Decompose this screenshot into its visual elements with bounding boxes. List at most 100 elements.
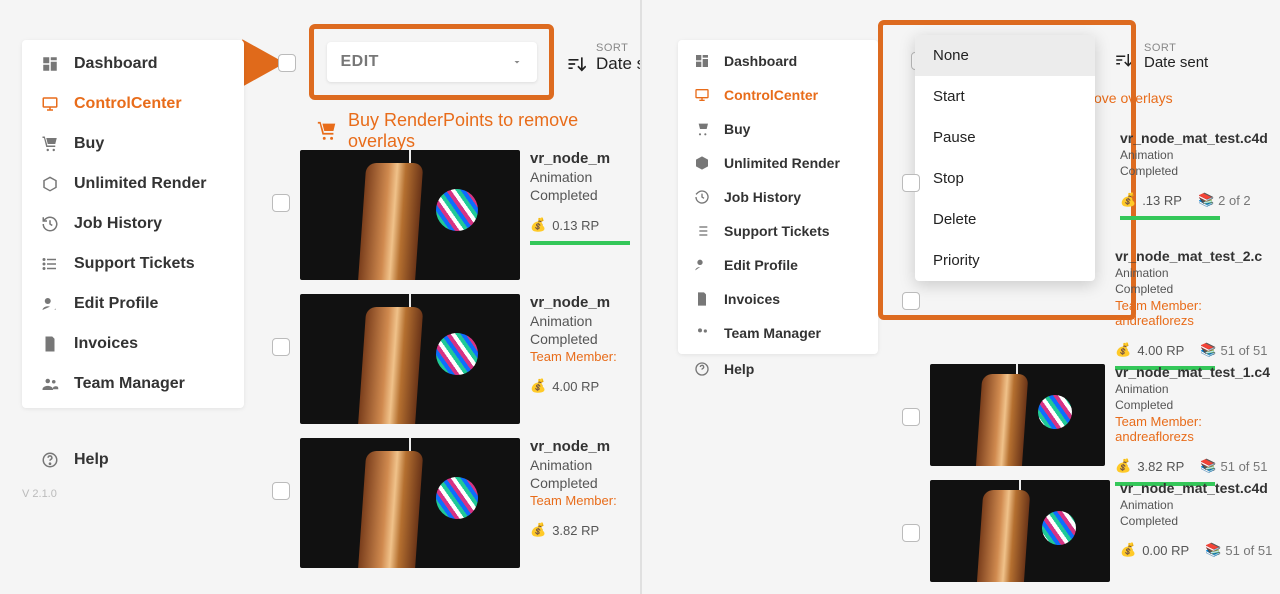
nav-label: Job History [74,215,162,233]
job-name: vr_node_mat_test.c4d [1120,130,1268,146]
job-member: Team Member: andreaflorezs [1115,298,1280,328]
sidebar-item-invoices[interactable]: Invoices [22,324,244,364]
job-meta: vr_node_m Animation Completed 💰0.13 RP [530,150,640,280]
job-member: Team Member: andreaflorezs [1115,414,1280,444]
job-row: vr_node_m Animation Completed Team Membe… [272,438,640,568]
job-status: Completed [530,475,640,491]
job-name: vr_node_mat_test_1.c4 [1115,364,1280,380]
job-type: Animation [530,169,640,185]
list-icon [40,254,60,274]
nav-label: Unlimited Render [74,175,206,193]
job-status: Completed [1115,398,1280,412]
menu-item-none[interactable]: None [915,35,1095,76]
sort-value: Date s [596,54,640,74]
job-checkbox[interactable] [902,408,920,426]
sidebar-item-invoices[interactable]: Invoices [678,282,878,316]
nav-label: ControlCenter [724,87,818,103]
job-meta: vr_node_mat_test.c4d Animation Completed… [1120,130,1268,232]
job-status: Completed [1120,164,1268,178]
job-meta: vr_node_m Animation Completed Team Membe… [530,438,640,568]
job-status: Completed [1115,282,1280,296]
sort-label: SORT [1144,42,1208,54]
nav-label: Dashboard [74,55,158,73]
sort-control[interactable]: SORT Date s [566,42,640,74]
job-meta: vr_node_m Animation Completed Team Membe… [530,294,640,424]
sidebar-item-editprofile[interactable]: Edit Profile [22,284,244,324]
job-type: Animation [530,313,640,329]
buy-renderpoints-link[interactable]: Buy RenderPoints to remove overlays [316,110,640,152]
job-frames: 📚 2 of 2 [1198,192,1251,208]
job-rp: 0.00 RP [1142,543,1189,558]
sort-icon [566,54,586,74]
screenshot-closed-dropdown: Dashboard ControlCenter Buy Unlimited Re… [0,0,640,594]
sidebar-item-controlcenter[interactable]: ControlCenter [22,84,244,124]
job-name: vr_node_m [530,150,640,167]
nav-label: Edit Profile [724,257,798,273]
edit-dropdown-label: EDIT [341,53,379,71]
edit-dropdown[interactable]: EDIT [327,42,537,82]
user-edit-icon [40,294,60,314]
job-checkbox[interactable] [902,524,920,542]
sort-control[interactable]: SORT Date sent [1114,42,1264,71]
sidebar-item-controlcenter[interactable]: ControlCenter [678,78,878,112]
nav-label: Help [724,361,754,377]
buy-link-text: Buy RenderPoints to remove overlays [348,110,640,152]
sidebar-item-dashboard[interactable]: Dashboard [22,44,244,84]
menu-item-start[interactable]: Start [915,76,1095,117]
job-row: vr_node_mat_test.c4d Animation Completed… [902,480,1272,582]
job-frames: 📚 51 of 51 [1200,458,1267,474]
job-checkbox[interactable] [902,292,920,310]
job-thumbnail[interactable] [300,294,520,424]
job-rp: 3.82 RP [552,523,599,538]
user-edit-icon [692,255,712,275]
document-icon [692,289,712,309]
sidebar-item-jobhistory[interactable]: Job History [678,180,878,214]
sort-label: SORT [596,42,640,54]
nav-label: Support Tickets [724,223,830,239]
coin-icon: 💰 [1115,342,1131,358]
sidebar-item-help[interactable]: Help [22,440,244,480]
sidebar: Dashboard ControlCenter Buy Unlimited Re… [22,40,244,408]
job-row: vr_node_mat_test_1.c4 Animation Complete… [902,364,1280,486]
job-name: vr_node_mat_test_2.c [1115,248,1280,264]
job-thumbnail[interactable] [930,480,1110,582]
team-icon [692,323,712,343]
sidebar-item-help[interactable]: Help [678,352,878,386]
job-status: Completed [530,331,640,347]
job-member: Team Member: [530,493,640,508]
job-checkbox[interactable] [272,482,290,500]
nav-label: Buy [724,121,750,137]
job-thumbnail[interactable] [930,364,1106,466]
sidebar-item-dashboard[interactable]: Dashboard [678,44,878,78]
sidebar-item-unlimited[interactable]: Unlimited Render [22,164,244,204]
job-type: Animation [1115,266,1280,280]
sidebar-item-editprofile[interactable]: Edit Profile [678,248,878,282]
job-meta: vr_node_mat_test_2.c Animation Completed… [1115,248,1280,370]
job-member: Team Member: [530,349,640,364]
nav-label: Invoices [724,291,780,307]
select-all-checkbox[interactable] [278,54,296,72]
sidebar-item-tickets[interactable]: Support Tickets [678,214,878,248]
nav-label: Help [74,451,109,469]
nav-label: Support Tickets [74,255,195,273]
job-checkbox[interactable] [272,338,290,356]
job-checkbox[interactable] [272,194,290,212]
sidebar-item-tickets[interactable]: Support Tickets [22,244,244,284]
coin-icon: 💰 [1120,542,1136,558]
job-frames: 📚 51 of 51 [1200,342,1267,358]
job-thumbnail[interactable] [300,438,520,568]
job-frames: 📚 51 of 51 [1205,542,1272,558]
job-name: vr_node_m [530,438,640,455]
job-type: Animation [1115,382,1280,396]
sidebar-item-buy[interactable]: Buy [678,112,878,146]
coin-icon: 💰 [530,522,546,538]
sidebar-item-unlimited[interactable]: Unlimited Render [678,146,878,180]
cart-icon [40,134,60,154]
sidebar-item-jobhistory[interactable]: Job History [22,204,244,244]
job-checkbox[interactable] [902,174,920,192]
sidebar-item-teammanager[interactable]: Team Manager [22,364,244,404]
job-thumbnail[interactable] [300,150,520,280]
team-icon [40,374,60,394]
sidebar-item-teammanager[interactable]: Team Manager [678,316,878,350]
sidebar-item-buy[interactable]: Buy [22,124,244,164]
